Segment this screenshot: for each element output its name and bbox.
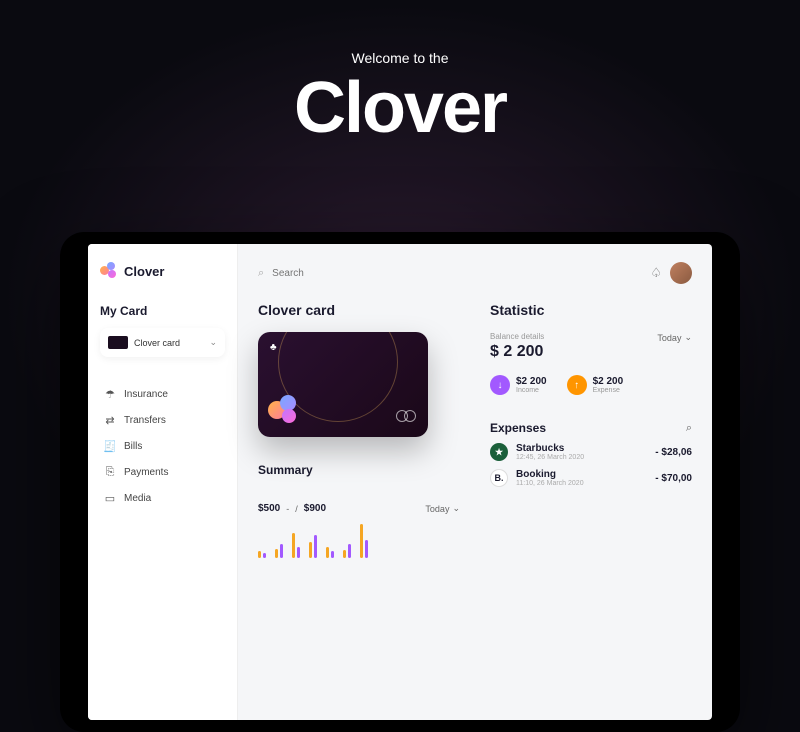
chevron-down-icon: ⌄ <box>452 503 460 514</box>
nav-item-bills[interactable]: 🧾 Bills <box>100 433 225 459</box>
hero-subtitle: Welcome to the <box>0 50 800 66</box>
expense-pill: ↑ $2 200 Expense <box>567 375 624 395</box>
sidebar-section-title: My Card <box>100 304 225 318</box>
statistic-filter[interactable]: Today ⌄ <box>657 332 692 343</box>
summary-filter-label: Today <box>425 504 449 514</box>
expense-row[interactable]: ★ Starbucks 12:45, 26 March 2020 - $28,0… <box>490 443 692 461</box>
nav-item-media[interactable]: ▭ Media <box>100 485 225 511</box>
card-logo-blob <box>266 393 302 429</box>
card-block-title: Clover card <box>258 302 460 318</box>
summary-min: $500 <box>258 503 280 514</box>
transaction-amount: - $70,00 <box>655 473 692 484</box>
media-icon: ▭ <box>104 492 116 504</box>
nav-item-insurance[interactable]: ☂ Insurance <box>100 381 225 407</box>
nav-list: ☂ Insurance ⇄ Transfers 🧾 Bills ⎘ Payments ▭… <box>100 381 225 511</box>
statistic-title: Statistic <box>490 302 692 318</box>
club-icon: ♣ <box>270 342 277 353</box>
brand-logo[interactable]: Clover <box>100 262 225 280</box>
search-input[interactable] <box>272 268 642 279</box>
hero-title: Clover <box>0 72 800 144</box>
nav-label: Transfers <box>124 415 166 426</box>
summary-max: $900 <box>304 503 326 514</box>
merchant-icon: B. <box>490 469 508 487</box>
mini-card-icon <box>108 336 128 349</box>
transaction-time: 12:45, 26 March 2020 <box>516 454 584 461</box>
income-amount: $2 200 <box>516 376 547 387</box>
nav-label: Payments <box>124 467 168 478</box>
payments-icon: ⎘ <box>104 466 116 478</box>
umbrella-icon: ☂ <box>104 388 116 400</box>
main-content: ⌕ ♤ Clover card ♣ <box>238 244 712 720</box>
transfers-icon: ⇄ <box>104 414 116 426</box>
income-pill: ↓ $2 200 Income <box>490 375 547 395</box>
topbar: ⌕ ♤ <box>258 262 692 284</box>
app-screen: Clover My Card Clover card ⌄ ☂ Insurance … <box>88 244 712 720</box>
search-icon: ⌕ <box>258 267 264 280</box>
sidebar: Clover My Card Clover card ⌄ ☂ Insurance … <box>88 244 238 720</box>
chevron-down-icon: ⌄ <box>684 332 692 343</box>
balance-amount: $ 2 200 <box>490 343 544 361</box>
summary-title: Summary <box>258 463 313 477</box>
expense-row[interactable]: B. Booking 11:10, 26 March 2020 - $70,00 <box>490 469 692 487</box>
expense-label: Expense <box>593 387 624 394</box>
arrow-down-icon: ↓ <box>490 375 510 395</box>
notifications-icon[interactable]: ♤ <box>650 265 662 281</box>
avatar[interactable] <box>670 262 692 284</box>
card-selector-label: Clover card <box>134 338 180 348</box>
summary-filter[interactable]: Today ⌄ <box>425 503 460 514</box>
nav-label: Media <box>124 493 151 504</box>
expenses-title: Expenses <box>490 421 546 435</box>
card-selector[interactable]: Clover card ⌄ <box>100 328 225 357</box>
statistic-filter-label: Today <box>657 333 681 343</box>
income-label: Income <box>516 387 547 394</box>
merchant-name: Booking <box>516 469 584 480</box>
bills-icon: 🧾 <box>104 440 116 452</box>
expense-amount: $2 200 <box>593 376 624 387</box>
nav-label: Bills <box>124 441 142 452</box>
chevron-down-icon: ⌄ <box>209 337 217 348</box>
balance-label: Balance details <box>490 332 544 341</box>
expenses-search-icon[interactable]: ⌕ <box>686 422 692 435</box>
transaction-amount: - $28,06 <box>655 447 692 458</box>
arrow-up-icon: ↑ <box>567 375 587 395</box>
brand-name: Clover <box>124 264 164 279</box>
nav-item-transfers[interactable]: ⇄ Transfers <box>100 407 225 433</box>
merchant-icon: ★ <box>490 443 508 461</box>
mastercard-icon <box>400 409 416 427</box>
summary-chart <box>258 524 460 558</box>
clover-logo-icon <box>100 262 118 280</box>
nav-label: Insurance <box>124 389 168 400</box>
nav-item-payments[interactable]: ⎘ Payments <box>100 459 225 485</box>
tablet-frame: Clover My Card Clover card ⌄ ☂ Insurance … <box>60 232 740 732</box>
merchant-name: Starbucks <box>516 443 584 454</box>
transaction-time: 11:10, 26 March 2020 <box>516 480 584 487</box>
credit-card[interactable]: ♣ <box>258 332 428 437</box>
